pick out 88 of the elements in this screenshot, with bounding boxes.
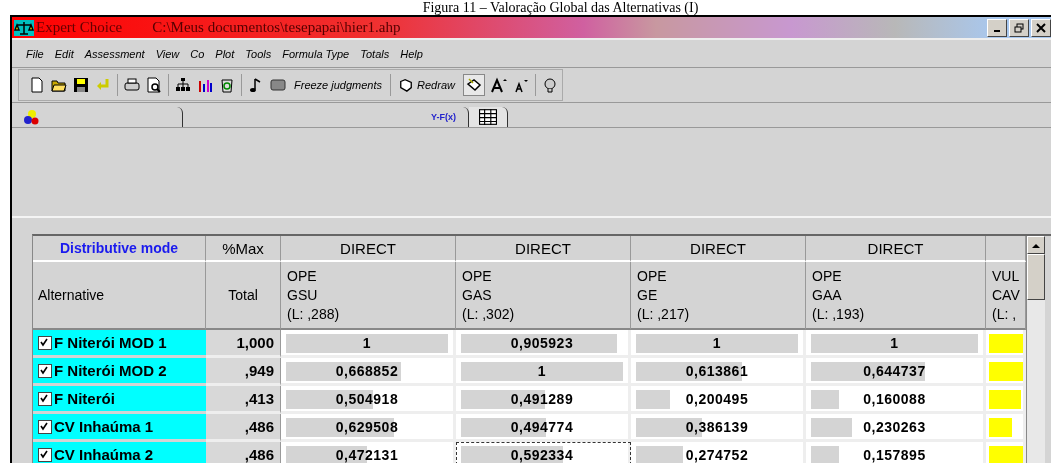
figure-caption: Figura 11 – Valoração Global das Alternativas (I) (421, 0, 700, 15)
checkbox[interactable] (38, 447, 52, 462)
minimize-button[interactable] (987, 18, 1007, 37)
column-header: DIRECT (281, 236, 456, 262)
mode-label: Distributive mode (33, 236, 206, 262)
menu-item[interactable]: File (26, 47, 44, 60)
total-cell: ,486 (206, 414, 281, 442)
bar-chart-icon[interactable] (197, 77, 213, 93)
new-file-icon[interactable] (29, 77, 45, 93)
recycle-bin-icon[interactable] (219, 77, 235, 93)
column-header: OPE GE (L: ,217) (631, 262, 806, 330)
checkbox[interactable] (38, 391, 52, 406)
column-header: Alternative (33, 262, 206, 330)
open-folder-icon[interactable] (51, 77, 67, 93)
table-cell[interactable]: 0,274752 (631, 442, 806, 463)
file-path: C:\Meus documentos\tesepapai\hier1.ahp (152, 19, 401, 36)
table-cell[interactable]: 1 (806, 330, 986, 358)
table-cell[interactable]: 0,504918 (281, 386, 456, 414)
table-cell[interactable]: 0,230263 (806, 414, 986, 442)
checkbox[interactable] (38, 335, 52, 350)
table-cell[interactable]: 0,494774 (456, 414, 631, 442)
table-cell[interactable]: 0,592334 (456, 442, 631, 463)
print-preview-icon[interactable] (146, 77, 162, 93)
table-cell[interactable]: 0,613861 (631, 358, 806, 386)
save-icon[interactable] (73, 77, 89, 93)
column-header: %Max (206, 236, 281, 262)
redraw-button[interactable]: Redraw (397, 78, 457, 92)
menu-item[interactable]: Co (190, 47, 205, 60)
table-cell[interactable]: 1 (456, 358, 631, 386)
total-cell: ,413 (206, 386, 281, 414)
table-cell[interactable]: 0,644737 (806, 358, 986, 386)
restore-icon (1014, 22, 1024, 33)
menu-item[interactable]: Edit (54, 47, 74, 60)
scrollbar[interactable] (1026, 236, 1045, 463)
alternative-cell[interactable]: CV Inhaúma 2 (33, 442, 206, 463)
table-cell[interactable]: 0,160088 (806, 386, 986, 414)
total-cell: ,486 (206, 442, 281, 463)
restore-button[interactable] (1009, 18, 1029, 37)
menu-item[interactable]: Totals (360, 47, 390, 60)
table-cell[interactable]: 0,472131 (281, 442, 456, 463)
table-cell[interactable]: 0,491289 (456, 386, 631, 414)
alternative-cell[interactable]: F Niterói MOD 2 (33, 358, 206, 386)
checkbox[interactable] (38, 419, 52, 434)
column-header: OPE GAS (L: ,302) (456, 262, 631, 330)
print-icon[interactable] (124, 77, 140, 93)
checkbox[interactable] (38, 363, 52, 378)
column-header: VUL CAV (L: , (986, 262, 1026, 330)
alternative-cell[interactable]: F Niterói MOD 1 (33, 330, 206, 358)
scroll-up-icon[interactable] (1032, 242, 1040, 248)
menu-item[interactable]: Plot (215, 47, 235, 60)
column-header: DIRECT (456, 236, 631, 262)
freeze-judgments-button[interactable]: Freeze judgments (292, 79, 385, 91)
scales-icon (14, 19, 34, 36)
font-smaller-icon[interactable] (512, 77, 529, 93)
total-cell: ,949 (206, 358, 281, 386)
table-cell[interactable]: 1 (631, 330, 806, 358)
tab[interactable] (469, 107, 508, 127)
table-cell[interactable]: 0,629508 (281, 414, 456, 442)
menu-item[interactable]: View (155, 47, 180, 60)
alternative-cell[interactable]: CV Inhaúma 1 (33, 414, 206, 442)
hierarchy-icon[interactable] (175, 77, 191, 93)
menu-item[interactable]: Formula Type (282, 47, 350, 60)
scrollbar-thumb[interactable] (1027, 254, 1045, 300)
grid-icon (479, 109, 497, 125)
table-cell[interactable]: 0,200495 (631, 386, 806, 414)
table-cell[interactable]: 0,157895 (806, 442, 986, 463)
table-cell[interactable]: 0,668852 (281, 358, 456, 386)
table-cell[interactable]: 1 (281, 330, 456, 358)
column-header: DIRECT (631, 236, 806, 262)
table-cell[interactable]: 0,905923 (456, 330, 631, 358)
menu-item[interactable]: Help (400, 47, 423, 60)
font-larger-icon[interactable] (490, 77, 507, 93)
rectangle-icon[interactable] (270, 77, 286, 93)
column-header (986, 236, 1026, 262)
molecule-balls-icon (22, 109, 40, 125)
table-cell[interactable]: 0,386139 (631, 414, 806, 442)
total-cell: 1,000 (206, 330, 281, 358)
minimize-icon (994, 29, 1000, 32)
column-header: Total (206, 262, 281, 330)
menu-item[interactable]: Tools (245, 47, 272, 60)
column-header: OPE GAA (L: ,193) (806, 262, 986, 330)
app-name: Expert Choice (36, 19, 123, 36)
close-icon (1036, 22, 1046, 33)
column-header: OPE GSU (L: ,288) (281, 262, 456, 330)
menu-item[interactable]: Assessment (84, 47, 145, 60)
close-button[interactable] (1031, 18, 1051, 37)
alternative-cell[interactable]: F Niterói (33, 386, 206, 414)
column-header: DIRECT (806, 236, 986, 262)
